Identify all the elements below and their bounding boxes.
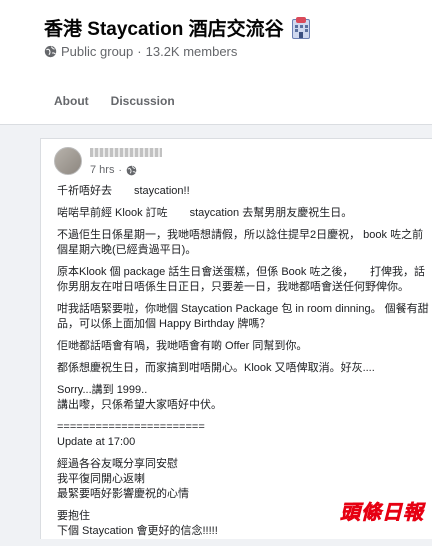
post-paragraph: 啱啱早前經 Klook 訂咗 staycation 去幫男朋友慶祝生日。 [57, 207, 353, 219]
time-separator: · [118, 164, 122, 176]
post-paragraph: ======================= Update at 17:00 [57, 421, 205, 448]
group-title[interactable]: 香港 Staycation 酒店交流谷 [44, 14, 312, 41]
post-body: 千祈唔好去 staycation!! 啱啱早前經 Klook 訂咗 stayca… [57, 184, 429, 546]
globe-icon [44, 45, 57, 58]
group-meta: Public group · 13.2K members [44, 44, 237, 59]
hotel-icon [290, 16, 312, 39]
post-paragraph: 原本Klook 個 package 話生日會送蛋糕，但係 Book 咗之後， 打… [57, 266, 425, 293]
group-header: 香港 Staycation 酒店交流谷 Public group · 13.2K… [0, 0, 432, 125]
group-members[interactable]: 13.2K members [146, 44, 238, 59]
post-paragraph: 千祈唔好去 staycation!! [57, 185, 190, 197]
author-name-blurred[interactable] [90, 148, 162, 157]
post-card: 7 hrs · 千祈唔好去 staycation!! 啱啱早前經 Klook 訂… [40, 138, 432, 539]
group-tabs: About Discussion [54, 94, 175, 108]
group-title-text[interactable]: 香港 Staycation 酒店交流谷 [44, 14, 284, 41]
post-time[interactable]: 7 hrs [90, 164, 114, 176]
public-globe-icon [126, 165, 137, 175]
meta-separator: · [137, 44, 142, 59]
news-watermark-logo: 頭條日報 [336, 495, 428, 526]
author-avatar[interactable] [54, 147, 82, 175]
tab-discussion[interactable]: Discussion [111, 94, 175, 108]
post-paragraph: 不過佢生日係星期一，我哋唔想請假，所以諗住提早2日慶祝， book 咗之前個星期… [57, 229, 424, 256]
tab-about[interactable]: About [54, 94, 89, 108]
post-timestamp: 7 hrs · [90, 164, 137, 176]
post-paragraph: Sorry...講到 1999.. 講出嚟，只係希望大家唔好中伏。 [57, 384, 222, 411]
post-paragraph: 咁我話唔緊要啦，你哋個 Staycation Package 包 in room… [57, 303, 429, 330]
group-privacy: Public group [61, 44, 134, 59]
post-paragraph: 都係想慶祝生日，而家搞到咁唔開心。Klook 又唔俾取消。好灰.... [57, 362, 375, 374]
post-paragraph: 佢哋都話唔會有喎，我哋唔會有啲 Offer 同幫到你。 [57, 340, 308, 352]
